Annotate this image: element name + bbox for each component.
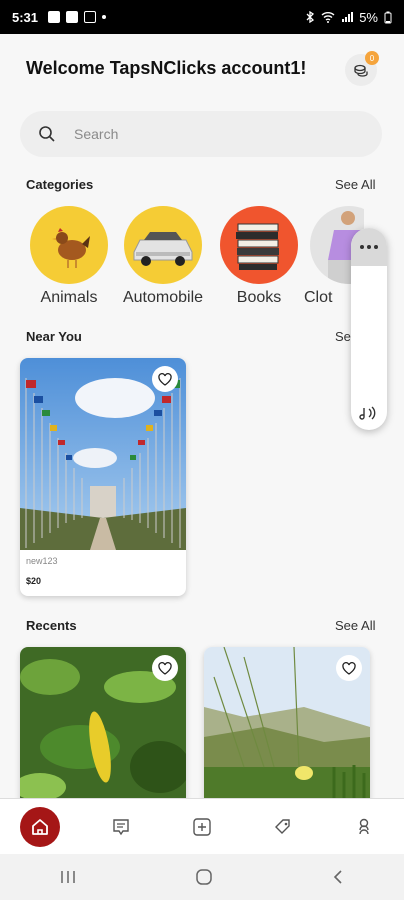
bottom-nav xyxy=(0,798,404,854)
search-bar[interactable]: Search xyxy=(20,111,382,157)
near-you-title: Near You xyxy=(26,329,82,344)
more-icon[interactable] xyxy=(351,228,387,266)
profile-icon xyxy=(358,818,369,834)
nav-add[interactable] xyxy=(182,807,222,847)
floating-panel[interactable] xyxy=(351,228,387,430)
recents-title: Recents xyxy=(26,618,77,633)
car-icon xyxy=(133,232,193,266)
search-placeholder: Search xyxy=(74,126,119,142)
near-you-see-all[interactable]: Se xyxy=(335,329,351,344)
coins-icon xyxy=(354,64,368,77)
sound-icon[interactable] xyxy=(359,404,379,422)
category-automobile[interactable]: Automobile xyxy=(118,206,208,307)
category-animals-image xyxy=(30,206,108,284)
signal-icon xyxy=(342,12,354,22)
back-icon[interactable] xyxy=(331,869,345,885)
category-label: Animals xyxy=(40,289,98,306)
books-icon xyxy=(236,223,279,270)
home-button-icon[interactable] xyxy=(195,868,213,886)
dot-icon xyxy=(102,15,107,19)
listing-image xyxy=(20,647,186,807)
home-icon xyxy=(32,818,49,835)
category-automobile-image xyxy=(124,206,202,284)
status-bar: 5:31 5% xyxy=(0,0,404,34)
categories-see-all[interactable]: See All xyxy=(335,177,375,192)
heart-icon xyxy=(158,372,172,386)
system-nav-bar xyxy=(0,854,404,900)
add-icon xyxy=(193,817,211,836)
listing-price: $20 xyxy=(26,576,42,586)
chicken-icon xyxy=(52,228,90,268)
listing-card-new123[interactable]: new123 $20 xyxy=(20,358,186,596)
chat-icon xyxy=(113,818,129,835)
heart-icon xyxy=(158,661,172,675)
favorite-button[interactable] xyxy=(336,655,362,681)
tag-icon xyxy=(274,818,290,834)
categories-title: Categories xyxy=(26,177,94,192)
category-label: Books xyxy=(236,289,282,306)
notification-badge: 0 xyxy=(365,51,379,65)
listing-image xyxy=(20,358,186,550)
wifi-icon xyxy=(321,12,335,23)
recent-card-2[interactable] xyxy=(204,647,370,807)
favorite-button[interactable] xyxy=(152,655,178,681)
search-icon xyxy=(39,126,55,142)
listing-image xyxy=(204,647,370,807)
listing-title: new123 xyxy=(26,556,58,566)
recent-card-1[interactable] xyxy=(20,647,186,807)
category-animals[interactable]: Animals xyxy=(24,206,114,307)
check-icon xyxy=(66,11,79,23)
recent-apps-icon[interactable] xyxy=(59,869,77,885)
nav-tags[interactable] xyxy=(263,807,303,847)
category-label: Automobile xyxy=(122,289,204,306)
nav-profile[interactable] xyxy=(344,807,384,847)
screenshot-icon xyxy=(84,11,97,23)
status-time: 5:31 xyxy=(12,9,39,25)
nav-chat[interactable] xyxy=(101,807,141,847)
favorite-button[interactable] xyxy=(152,366,178,392)
category-books[interactable]: Books xyxy=(214,206,304,307)
notifications-button[interactable]: 0 xyxy=(345,51,379,86)
category-books-image xyxy=(220,206,298,284)
bluetooth-icon xyxy=(306,11,315,23)
battery-icon xyxy=(384,11,392,23)
welcome-title: Welcome TapsNClicks account1! xyxy=(26,58,307,78)
nav-home[interactable] xyxy=(20,806,61,847)
battery-percent: 5% xyxy=(359,9,378,25)
recents-see-all[interactable]: See All xyxy=(335,618,375,633)
gallery-icon xyxy=(48,11,61,23)
heart-icon xyxy=(342,661,356,675)
